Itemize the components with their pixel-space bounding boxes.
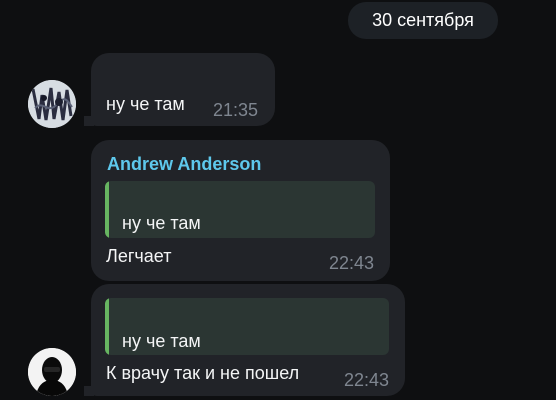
date-divider: 30 сентября xyxy=(348,2,498,39)
message-time: 22:43 xyxy=(329,253,375,273)
reply-preview[interactable]: ну че там xyxy=(105,181,375,238)
avatar[interactable] xyxy=(28,348,76,396)
avatar-image-icon xyxy=(28,80,76,128)
chat-area: 30 сентября ну че там 21:35 Andrew Ander… xyxy=(0,0,556,400)
avatar-image-icon xyxy=(28,348,76,396)
message-text: Легчает xyxy=(106,246,172,266)
message-tail xyxy=(84,116,94,126)
message-time: 21:35 xyxy=(213,100,259,120)
reply-preview[interactable]: ну че там xyxy=(105,298,389,355)
message-tail xyxy=(84,386,94,396)
sender-name[interactable]: Andrew Anderson xyxy=(107,154,261,175)
date-divider-label: 30 сентября xyxy=(372,10,474,30)
message-text: К врачу так и не пошел xyxy=(106,363,300,383)
message-bubble[interactable]: ну че там К врачу так и не пошел 22:43 xyxy=(91,284,405,396)
avatar[interactable] xyxy=(28,80,76,128)
message-bubble[interactable]: ну че там 21:35 xyxy=(91,53,275,126)
reply-text: ну че там xyxy=(122,213,201,233)
reply-text: ну че там xyxy=(122,331,201,351)
message-bubble[interactable]: Andrew Anderson ну че там Легчает 22:43 xyxy=(91,140,390,281)
message-text: ну че там xyxy=(106,94,185,114)
message-time: 22:43 xyxy=(344,370,390,390)
